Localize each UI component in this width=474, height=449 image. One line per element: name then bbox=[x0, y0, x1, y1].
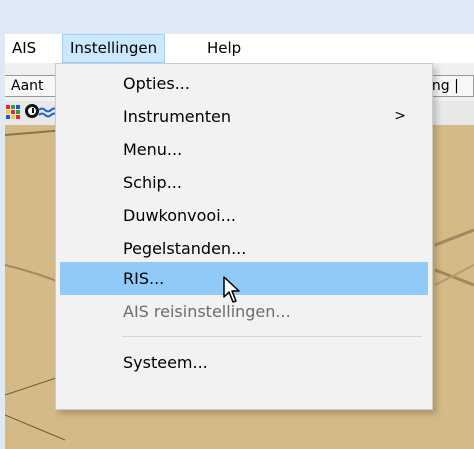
menu-item-label: AIS reisinstellingen... bbox=[123, 302, 291, 321]
menu-item-label: Systeem... bbox=[123, 353, 208, 372]
menu-help[interactable]: Help bbox=[200, 34, 248, 63]
menu-ais[interactable]: AIS bbox=[5, 34, 43, 63]
menu-item-instrumenten[interactable]: Instrumenten > bbox=[60, 100, 428, 133]
menu-item-menu[interactable]: Menu... bbox=[60, 133, 428, 166]
menu-item-label: Opties... bbox=[123, 74, 190, 93]
menu-item-schip[interactable]: Schip... bbox=[60, 166, 428, 199]
menu-item-label: RIS... bbox=[123, 269, 165, 288]
menu-item-duwkonvooi[interactable]: Duwkonvooi... bbox=[60, 199, 428, 232]
menu-separator bbox=[122, 336, 422, 337]
menu-item-label: Instrumenten bbox=[123, 107, 232, 126]
menu-item-label: Schip... bbox=[123, 173, 182, 192]
menu-instellingen[interactable]: Instellingen bbox=[62, 34, 166, 63]
mouse-cursor-icon bbox=[223, 276, 240, 303]
submenu-arrow-icon: > bbox=[394, 108, 406, 124]
menu-item-label: Pegelstanden... bbox=[123, 239, 247, 258]
menu-bar: AIS Instellingen Help bbox=[5, 34, 474, 63]
menu-item-systeem[interactable]: Systeem... bbox=[60, 346, 428, 379]
grid-icon[interactable] bbox=[5, 104, 23, 121]
menu-item-pegelstanden[interactable]: Pegelstanden... bbox=[60, 232, 428, 265]
clock-icon[interactable] bbox=[25, 104, 39, 118]
menu-item-opties[interactable]: Opties... bbox=[60, 67, 428, 100]
menu-item-label: Duwkonvooi... bbox=[123, 206, 236, 225]
menu-item-label: Menu... bbox=[123, 140, 183, 159]
dropdown-instellingen: Opties... Instrumenten > Menu... Schip...… bbox=[55, 63, 433, 410]
